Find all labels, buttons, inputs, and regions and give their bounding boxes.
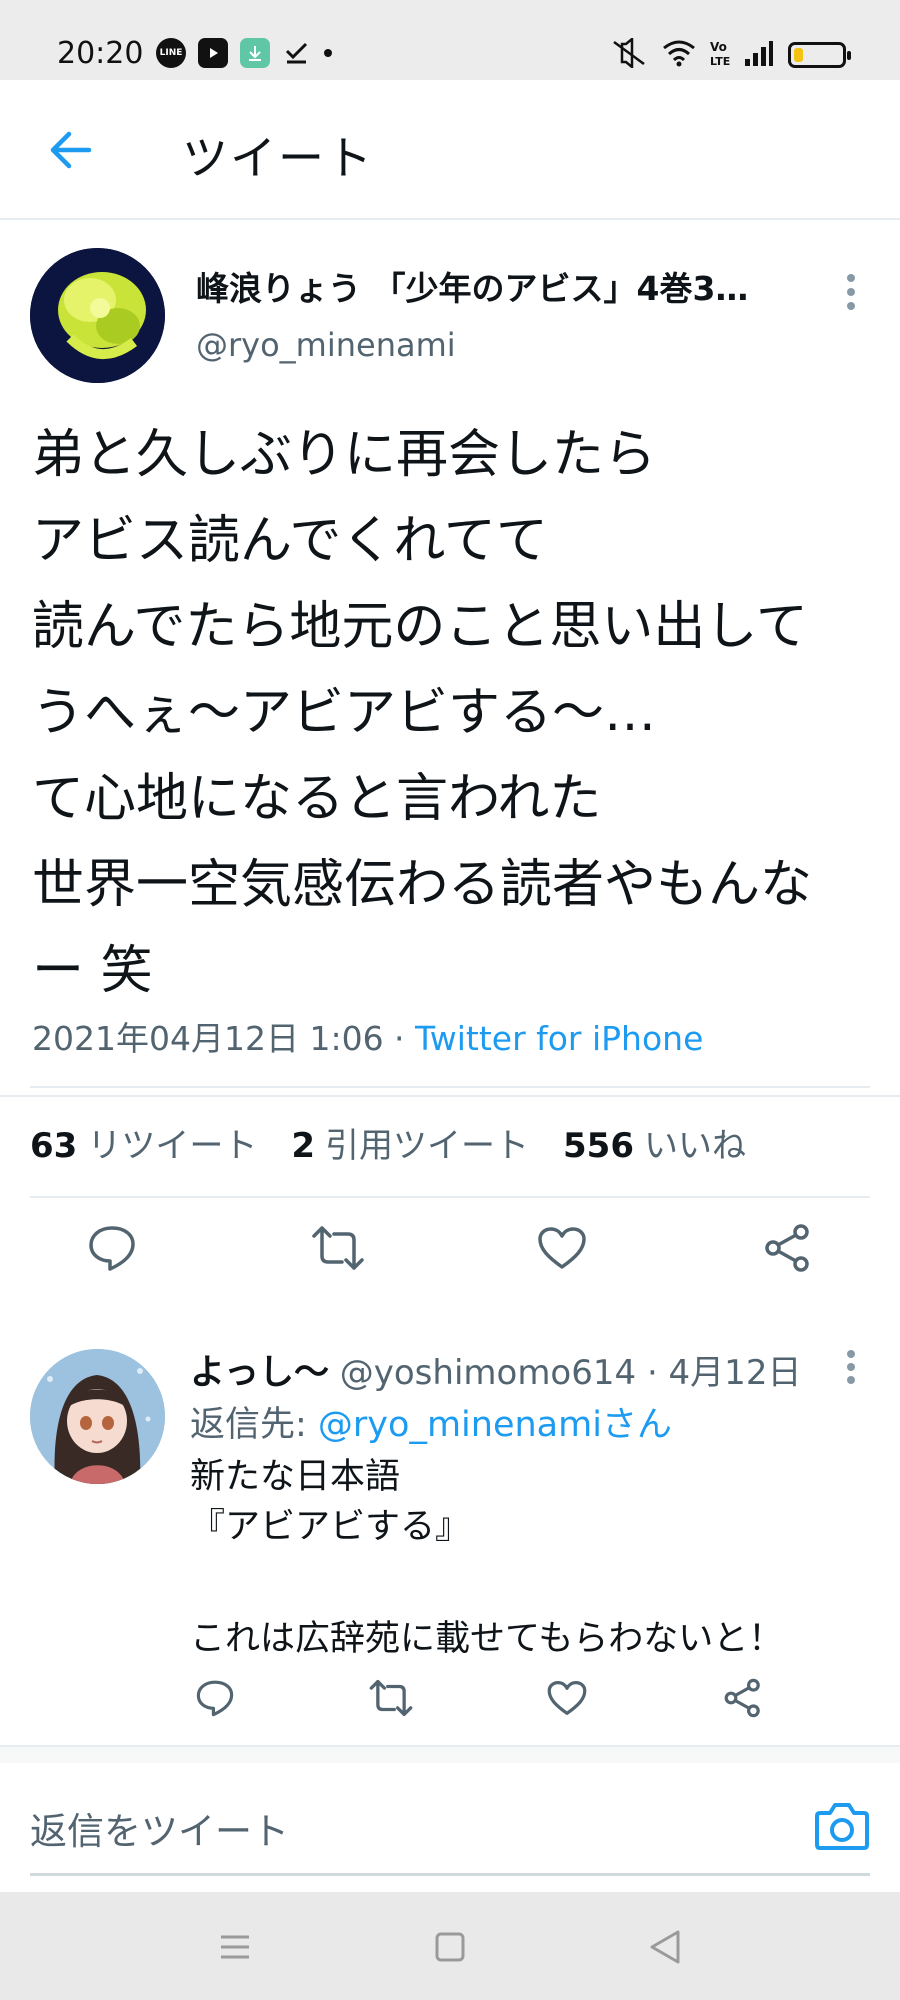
tweet-text-line: うへぇ〜アビアビする〜… [32, 683, 657, 743]
status-right-icons: Vo LTE [610, 36, 851, 72]
quotes-stat[interactable]: 2 引用ツイート [291, 1118, 529, 1167]
battery-level [794, 48, 803, 62]
share-icon [724, 1678, 760, 1718]
youtube-icon [198, 38, 228, 68]
reply-author-name[interactable]: よっし〜 [190, 1353, 329, 1393]
system-nav-bar [0, 1892, 900, 2000]
reply-to-link[interactable]: @ryo_minenamiさん [318, 1405, 672, 1445]
more-vertical-icon [847, 274, 855, 310]
notification-dot [324, 49, 332, 57]
reply-handle-date[interactable]: @yoshimomo614 · 4月12日 [329, 1353, 802, 1393]
retweet-button[interactable] [308, 1218, 368, 1278]
more-options-button[interactable] [836, 268, 866, 318]
reply-icon [196, 1680, 234, 1717]
reply-input[interactable]: 返信をツイート [30, 1801, 289, 1855]
tweet-meta: 2021年04月12日 1:06 · Twitter for iPhone [32, 1012, 703, 1060]
input-underline [30, 1873, 870, 1876]
retweets-label: リツイート [87, 1126, 258, 1166]
triangle-back-icon [650, 1930, 680, 1964]
reply-author-avatar[interactable] [30, 1349, 165, 1484]
signal-icon [744, 39, 774, 71]
status-time: 20:20 [57, 36, 144, 71]
reply-text-line [190, 1552, 783, 1602]
more-vertical-icon [847, 1350, 855, 1384]
tweet-actions [0, 1212, 900, 1284]
reply-reply-button[interactable] [185, 1668, 245, 1728]
likes-label: いいね [643, 1126, 746, 1166]
retweet-icon [312, 1226, 364, 1270]
quotes-count: 2 [291, 1126, 315, 1166]
check-icon [282, 38, 312, 68]
tweet-text-line: アビス読んでくれてて [32, 511, 548, 571]
likes-count: 556 [563, 1126, 634, 1166]
tweet-text-line: て心地になると言われた [32, 769, 602, 829]
retweets-stat[interactable]: 63 リツイート [30, 1118, 257, 1167]
status-left-icons: LINE [156, 38, 332, 68]
reply-text: 新たな日本語 『アビアビする』 これは広辞苑に載せてもらわないと！ [190, 1452, 783, 1664]
menu-icon [221, 1935, 249, 1959]
reply-retweet-button[interactable] [361, 1668, 421, 1728]
arrow-left-icon [50, 131, 92, 169]
home-nav-button[interactable] [425, 1922, 475, 1972]
reply-more-options-button[interactable] [836, 1348, 866, 1388]
wifi-icon [662, 39, 696, 71]
volte-icon: Vo LTE [710, 38, 730, 72]
tweet-text: 弟と久しぶりに再会したら アビス読んでくれてて 読んでたら地元のこと思い出して … [32, 412, 872, 1014]
mute-icon [610, 36, 648, 72]
back-nav-button[interactable] [640, 1922, 690, 1972]
reply-text-line: 『アビアビする』 [190, 1507, 471, 1547]
reply-header: よっし〜 @yoshimomo614 · 4月12日 [190, 1344, 801, 1395]
menu-nav-button[interactable] [210, 1922, 260, 1972]
quotes-label: 引用ツイート [325, 1126, 529, 1166]
line-app-icon: LINE [156, 38, 186, 68]
heart-icon [547, 1681, 587, 1715]
svg-text:Vo: Vo [710, 40, 727, 54]
svg-text:LTE: LTE [710, 55, 730, 68]
app-header: ツイート [0, 80, 900, 220]
status-bar: 20:20 LINE Vo LTE [0, 0, 900, 80]
tweet-text-line: 読んでたら地元のこと思い出して [32, 597, 808, 657]
author-handle[interactable]: @ryo_minenami [196, 326, 456, 364]
share-icon [765, 1224, 809, 1272]
like-button[interactable] [532, 1218, 592, 1278]
reply-text-line: 新たな日本語 [190, 1457, 401, 1497]
tweet-datetime: 2021年04月12日 1:06 · [32, 1019, 416, 1058]
author-avatar[interactable] [30, 248, 165, 383]
reply-actions [0, 1668, 900, 1724]
reply-to-line: 返信先: @ryo_minenamiさん [190, 1396, 672, 1447]
page-title: ツイート [182, 131, 374, 185]
reply-composer: 返信をツイート [0, 1763, 900, 1889]
divider [30, 1196, 870, 1198]
battery-icon [788, 42, 851, 68]
reply-button[interactable] [82, 1218, 142, 1278]
divider [30, 1086, 870, 1088]
heart-icon [538, 1227, 586, 1269]
tweet-text-line: ー 笑 [32, 941, 153, 1001]
author-name[interactable]: 峰浪りょう 「少年のアビス」4巻3… [196, 262, 816, 310]
share-button[interactable] [758, 1218, 818, 1278]
likes-stat[interactable]: 556 いいね [563, 1118, 746, 1167]
download-icon [240, 38, 270, 68]
reply-to-prefix: 返信先: [190, 1405, 318, 1445]
reply-like-button[interactable] [537, 1668, 597, 1728]
square-icon [435, 1932, 465, 1962]
divider [0, 1095, 900, 1097]
retweets-count: 63 [30, 1126, 78, 1166]
tweet-stats: 63 リツイート 2 引用ツイート 556 いいね [30, 1118, 746, 1167]
camera-button[interactable] [814, 1799, 870, 1853]
camera-icon [815, 1803, 869, 1850]
reply-text-line: これは広辞苑に載せてもらわないと！ [190, 1619, 784, 1659]
tweet-text-line: 弟と久しぶりに再会したら [32, 425, 657, 485]
section-gap [0, 1747, 900, 1763]
back-button[interactable] [42, 122, 98, 178]
tweet-source-link[interactable]: Twitter for iPhone [415, 1019, 703, 1058]
retweet-icon [369, 1679, 413, 1717]
tweet-text-line: 世界一空気感伝わる読者やもんな [32, 855, 813, 915]
reply-icon [89, 1226, 135, 1271]
reply-share-button[interactable] [713, 1668, 773, 1728]
